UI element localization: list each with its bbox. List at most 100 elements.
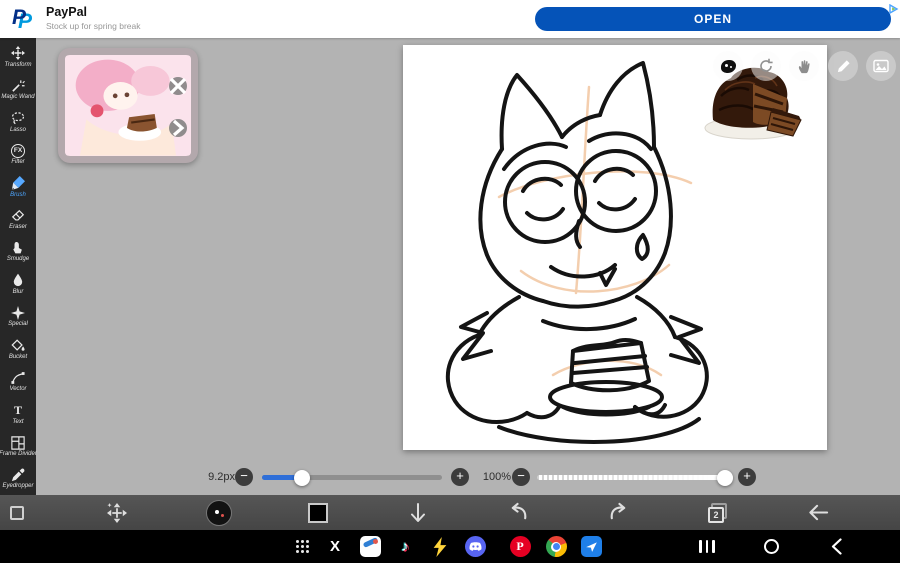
app-icon-discord[interactable]	[464, 530, 486, 563]
rotate-view-button[interactable]	[751, 51, 781, 81]
move-transform-button[interactable]	[105, 495, 129, 530]
layers-icon: 2	[708, 502, 728, 523]
move-arrows-icon	[107, 502, 127, 523]
tool-text[interactable]: T Text	[0, 398, 36, 430]
reference-close-button[interactable]	[169, 77, 187, 95]
tool-eraser[interactable]: Eraser	[0, 203, 36, 235]
tool-filter[interactable]: FX Filter	[0, 138, 36, 170]
special-sparkle-icon	[11, 305, 25, 320]
color-swatch-icon	[308, 502, 328, 523]
opacity-decrease-button[interactable]: −	[512, 468, 530, 486]
lasso-icon	[11, 111, 25, 125]
pencil-icon	[837, 59, 850, 72]
home-circle-icon	[763, 539, 779, 554]
reference-image-button[interactable]	[866, 51, 896, 81]
tool-special[interactable]: Special	[0, 300, 36, 332]
eraser-icon	[11, 209, 25, 223]
blue-app-icon	[580, 536, 602, 557]
edit-pencil-button[interactable]	[828, 51, 858, 81]
app-icon-ibispaint[interactable]	[359, 530, 381, 563]
app-icon-blue[interactable]	[580, 530, 602, 563]
eyedropper-icon	[11, 468, 25, 482]
filter-fx-icon: FX	[11, 143, 25, 158]
brush-size-slider[interactable]	[262, 469, 442, 486]
android-back-button[interactable]	[825, 530, 847, 563]
reference-next-button[interactable]	[169, 119, 187, 137]
app-icon-lightning[interactable]	[429, 530, 451, 563]
layer-count-badge: 2	[708, 506, 724, 523]
tool-bucket[interactable]: Bucket	[0, 333, 36, 365]
opacity-value: 100%	[482, 471, 511, 483]
hand-pan-button[interactable]	[789, 51, 819, 81]
home-button[interactable]	[760, 530, 782, 563]
tool-label: Brush	[10, 191, 26, 198]
reference-image-panel[interactable]	[58, 48, 198, 163]
tool-blur[interactable]: Blur	[0, 268, 36, 300]
ad-tagline: Stock up for spring break	[46, 21, 141, 31]
smudge-icon	[11, 241, 25, 255]
bottom-toolbar: 2	[0, 495, 900, 530]
paypal-logo-icon: P P	[9, 4, 39, 34]
tool-lasso[interactable]: Lasso	[0, 106, 36, 138]
opacity-slider[interactable]	[537, 469, 734, 486]
app-drawer-button[interactable]	[291, 530, 313, 563]
discord-icon	[464, 536, 486, 557]
app-icon-tiktok[interactable]: ♪	[394, 530, 416, 563]
opacity-knob[interactable]	[717, 469, 734, 486]
tool-label: Bucket	[8, 353, 28, 360]
recents-button[interactable]	[696, 530, 718, 563]
arrow-left-icon	[808, 504, 828, 521]
tool-label: Text	[12, 418, 24, 425]
apps-grid-icon	[295, 540, 309, 553]
vector-icon	[11, 371, 25, 385]
back-button[interactable]	[806, 495, 830, 530]
tool-vector[interactable]: Vector	[0, 365, 36, 397]
brush-size-decrease-button[interactable]: −	[235, 468, 253, 486]
tool-label: Special	[8, 321, 28, 328]
close-icon	[169, 77, 187, 95]
tool-frame-divider[interactable]: Frame Divider	[0, 430, 37, 462]
magic-wand-icon	[11, 79, 25, 93]
tool-label: Transform	[4, 61, 32, 68]
text-tool-icon: T	[13, 403, 22, 418]
ad-banner[interactable]: P P PayPal Stock up for spring break OPE…	[0, 0, 900, 38]
tool-smudge[interactable]: Smudge	[0, 236, 36, 268]
pinterest-icon: P	[509, 536, 531, 557]
fullscreen-toggle-button[interactable]	[7, 495, 27, 530]
app-icon-chrome[interactable]	[545, 530, 567, 563]
ibispaint-icon	[359, 536, 381, 557]
adchoices-icon[interactable]	[889, 1, 899, 15]
tool-magic-wand[interactable]: Magic Wand	[0, 73, 36, 105]
tool-label: Eraser	[9, 224, 27, 231]
tool-label: Magic Wand	[1, 94, 35, 101]
color-swatch-button[interactable]	[307, 495, 329, 530]
blur-icon	[11, 273, 25, 287]
undo-icon	[511, 502, 526, 520]
android-navbar: X ♪ P	[0, 530, 900, 563]
brush-size-increase-button[interactable]: +	[451, 468, 469, 486]
layers-button[interactable]: 2	[705, 495, 731, 530]
brush-size-knob[interactable]	[293, 469, 310, 486]
tool-eyedropper[interactable]: Eyedropper	[0, 462, 36, 494]
brush-size-value: 9.2px	[208, 471, 235, 483]
redo-button[interactable]	[606, 495, 630, 530]
hand-icon	[798, 59, 810, 73]
app-icon-x[interactable]: X	[324, 530, 346, 563]
tool-sidebar: Transform Magic Wand Lasso FX Filter Bru…	[0, 38, 37, 495]
current-brush-color-button[interactable]	[205, 495, 233, 530]
tool-brush[interactable]: Brush	[0, 171, 36, 203]
brush-preview-button[interactable]	[713, 51, 743, 81]
ad-open-button[interactable]: OPEN	[535, 7, 891, 31]
chevron-left-icon	[831, 538, 842, 555]
tool-transform[interactable]: Transform	[0, 41, 36, 73]
undo-button[interactable]	[506, 495, 530, 530]
transform-icon	[11, 46, 25, 61]
recents-icon	[699, 540, 715, 553]
app-icon-pinterest[interactable]: P	[509, 530, 531, 563]
paypal-logo-front-p: P	[12, 6, 27, 29]
opacity-increase-button[interactable]: +	[738, 468, 756, 486]
collapse-panel-button[interactable]	[406, 495, 430, 530]
tool-label: Smudge	[6, 256, 30, 263]
reference-artwork	[65, 55, 191, 156]
chrome-icon	[545, 536, 567, 557]
